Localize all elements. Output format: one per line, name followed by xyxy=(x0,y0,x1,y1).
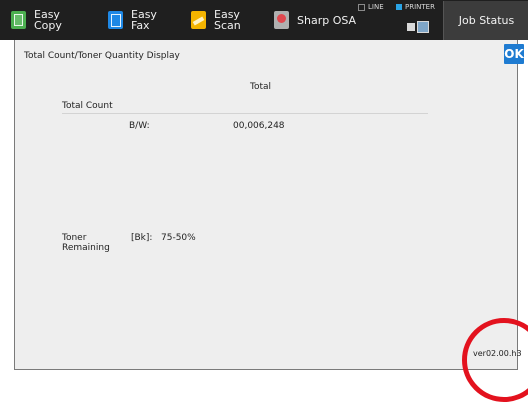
toner-label-line-1: Toner xyxy=(62,233,87,243)
toner-black-label: [Bk]: xyxy=(131,233,153,243)
toner-label-line-2: Remaining xyxy=(62,243,110,253)
easy-fax-button[interactable]: Easy Fax xyxy=(108,6,157,34)
easy-copy-label-2: Copy xyxy=(34,19,62,32)
line-indicator: LINE xyxy=(358,3,384,11)
page-title: Total Count/Toner Quantity Display xyxy=(24,51,180,61)
easy-fax-label-2: Fax xyxy=(131,19,150,32)
easy-scan-label-2: Scan xyxy=(214,19,241,32)
printer-status-icon xyxy=(396,4,402,10)
toner-black-value: 75-50% xyxy=(161,233,196,243)
job-status-label: Job Status xyxy=(458,14,515,27)
printer-status-label: PRINTER xyxy=(405,3,435,11)
divider xyxy=(62,113,428,114)
toner-remaining-label: Toner Remaining xyxy=(62,233,110,253)
total-count-label: Total Count xyxy=(62,101,113,111)
fax-icon xyxy=(108,11,123,29)
line-status-icon xyxy=(358,3,365,11)
printer-indicator: PRINTER xyxy=(396,3,435,11)
bw-count-value: 00,006,248 xyxy=(233,121,285,131)
sharp-osa-button[interactable]: Sharp OSA xyxy=(274,6,356,34)
sharp-osa-label: Sharp OSA xyxy=(297,13,357,27)
easy-copy-button[interactable]: Easy Copy xyxy=(11,6,62,34)
easy-scan-button[interactable]: Easy Scan xyxy=(191,6,241,34)
bw-count-label: B/W: xyxy=(129,121,150,131)
copy-icon xyxy=(11,11,26,29)
ok-button[interactable]: OK xyxy=(504,44,524,64)
line-status-label: LINE xyxy=(368,3,384,11)
scan-icon xyxy=(191,11,206,29)
printer-job-icon xyxy=(407,20,429,33)
total-column-header: Total xyxy=(250,82,272,92)
osa-icon xyxy=(274,11,289,29)
top-bar: Easy Copy Easy Fax Easy Scan Sharp OSA L… xyxy=(0,0,528,40)
job-status-button[interactable]: Job Status xyxy=(443,1,528,40)
